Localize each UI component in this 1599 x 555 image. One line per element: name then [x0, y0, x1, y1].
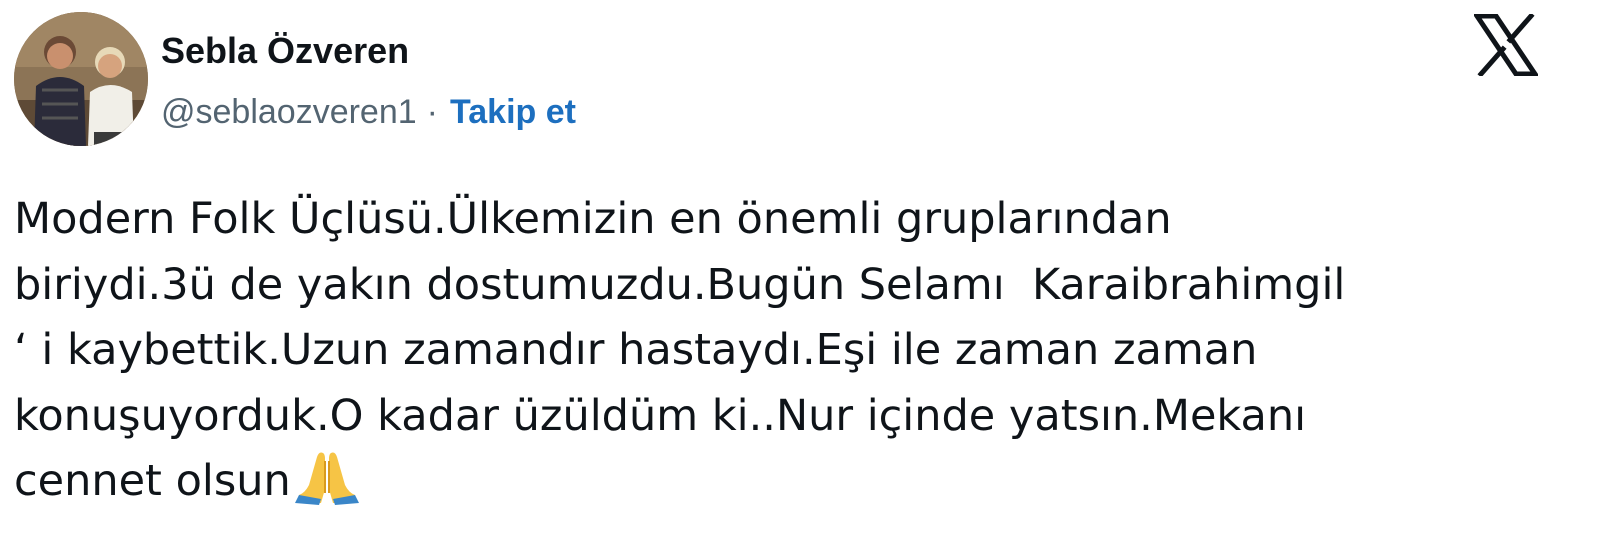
- tweet-text-line: Modern Folk Üçlüsü.Ülkemizin en önemli g…: [14, 194, 1172, 244]
- tweet-text-line: biriydi.3ü de yakın dostumuzdu.Bugün Sel…: [14, 259, 1346, 310]
- separator-dot: ·: [426, 93, 438, 131]
- tweet-text-line: ‘ i kaybettik.Uzun zamandır hastaydı.Eşi…: [14, 325, 1258, 375]
- author-meta-row: @seblaozveren1 · Takip et: [161, 93, 576, 132]
- x-logo-icon[interactable]: [1474, 14, 1538, 76]
- author-avatar[interactable]: [14, 12, 148, 146]
- follow-link[interactable]: Takip et: [450, 93, 576, 132]
- tweet-text-line: cennet olsun: [14, 456, 291, 506]
- tweet-text-last-line: cennet olsun: [14, 449, 1574, 515]
- tweet-card: Sebla Özveren @seblaozveren1 · Takip et …: [0, 0, 1599, 555]
- folded-hands-icon: [293, 449, 361, 505]
- profile-photo-icon: [14, 12, 148, 146]
- author-display-name[interactable]: Sebla Özveren: [161, 30, 409, 72]
- tweet-text-line: konuşuyorduk.O kadar üzüldüm ki..Nur içi…: [14, 390, 1307, 441]
- author-handle[interactable]: @seblaozveren1: [161, 93, 417, 132]
- tweet-text: Modern Folk Üçlüsü.Ülkemizin en önemli g…: [14, 187, 1574, 515]
